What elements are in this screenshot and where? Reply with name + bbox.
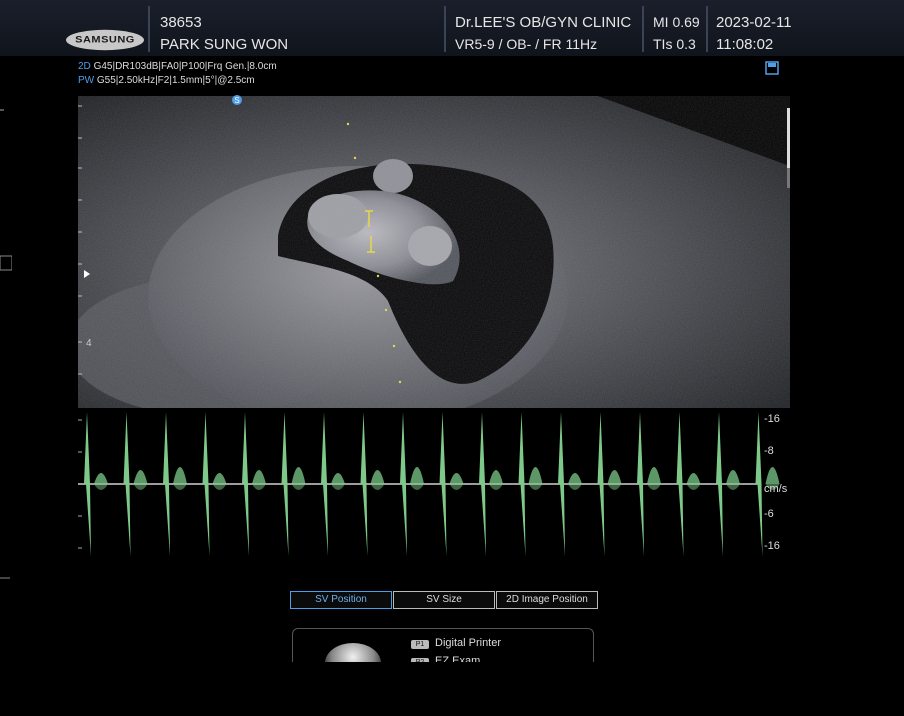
menu-item-printer[interactable]: P1 Digital Printer — [411, 637, 501, 649]
doppler-spike — [360, 412, 368, 556]
doppler-envelope-lower — [212, 484, 227, 490]
doppler-spike — [716, 412, 723, 556]
doppler-envelope — [291, 467, 306, 484]
doppler-envelope — [252, 470, 266, 484]
doppler-envelope-lower — [94, 484, 108, 490]
exam-time: 11:08:02 — [716, 36, 774, 53]
sv-position-button[interactable]: SV Position — [290, 591, 392, 609]
doppler-envelope-lower — [133, 484, 148, 490]
doppler-envelope — [410, 467, 424, 484]
doppler-envelope-lower — [370, 484, 385, 490]
exam-date: 2023-02-11 — [716, 14, 792, 31]
scale-top-label: -16 — [764, 413, 780, 425]
doppler-envelope — [765, 467, 780, 484]
doppler-envelope — [686, 473, 701, 484]
scale-lower-label: -6 — [764, 508, 774, 520]
doppler-envelope — [726, 470, 740, 484]
mechanical-index: MI 0.69 — [653, 14, 700, 30]
ultrasound-2d-image[interactable] — [78, 96, 790, 408]
patient-name: PARK SUNG WON — [160, 36, 289, 53]
doppler-spike — [321, 412, 328, 556]
mode-2d-label: 2D — [78, 61, 91, 72]
clinic-name: Dr.LEE'S OB/GYN CLINIC — [455, 14, 632, 31]
scale-unit-label: cm/s — [764, 483, 788, 495]
depth-label: 4 — [86, 338, 92, 349]
doppler-spike — [518, 412, 526, 556]
param-line-pw: PW G55|2.50kHz|F2|1.5mm|5°|@2.5cm — [78, 75, 255, 86]
brand-logo: SAMSUNG — [66, 29, 144, 51]
doppler-spike — [400, 412, 407, 556]
doppler-spike — [755, 412, 763, 556]
doppler-spike — [123, 412, 131, 556]
doppler-spike — [163, 412, 170, 556]
doppler-envelope-lower — [489, 484, 503, 490]
doppler-envelope-lower — [291, 484, 306, 490]
mode-pw-label: PW — [78, 75, 95, 86]
doppler-spike — [242, 412, 249, 556]
param-line-2d: 2D G45|DR103dB|FA0|P100|Frq Gen.|8.0cm — [78, 61, 277, 72]
thermal-index: TIs 0.3 — [653, 36, 696, 52]
left-edge-marks — [0, 109, 12, 579]
doppler-envelope-lower — [331, 484, 345, 490]
doppler-envelope — [528, 467, 543, 484]
doppler-envelope-lower — [686, 484, 701, 490]
doppler-spike — [281, 412, 289, 556]
doppler-envelope — [568, 473, 582, 484]
doppler-envelope-lower — [647, 484, 661, 490]
doppler-spike — [676, 412, 684, 556]
doppler-spike — [202, 412, 210, 556]
doppler-envelope — [647, 467, 661, 484]
scale-bottom-label: -16 — [764, 540, 780, 552]
doppler-envelope-lower — [173, 484, 187, 490]
doppler-spike — [597, 412, 605, 556]
sv-size-button[interactable]: SV Size — [393, 591, 495, 609]
doppler-envelope — [489, 470, 503, 484]
bottom-mask — [0, 662, 904, 716]
cursor-marker-icon: S — [232, 95, 242, 105]
doppler-envelope — [331, 473, 345, 484]
doppler-envelope-lower — [449, 484, 464, 490]
doppler-envelope — [133, 470, 148, 484]
doppler-spike — [479, 412, 486, 556]
doppler-envelope-lower — [410, 484, 424, 490]
logo-cell: SAMSUNG — [0, 6, 150, 52]
doppler-spike — [637, 412, 644, 556]
doppler-spike — [84, 412, 91, 556]
doppler-envelope — [173, 467, 187, 484]
doppler-envelope-lower — [726, 484, 740, 490]
doppler-envelope — [607, 470, 622, 484]
param-2d-values: G45|DR103dB|FA0|P100|Frq Gen.|8.0cm — [93, 61, 277, 72]
header-bar: SAMSUNG 38653 PARK SUNG WON Dr.LEE'S OB/… — [0, 0, 904, 56]
scale-upper-label: -8 — [764, 445, 774, 457]
image-position-button[interactable]: 2D Image Position — [496, 591, 598, 609]
doppler-envelope — [449, 473, 464, 484]
doppler-spike — [558, 412, 565, 556]
doppler-envelope-lower — [252, 484, 266, 490]
doppler-spectrum[interactable] — [78, 410, 790, 558]
p1-tag: P1 — [411, 640, 429, 649]
doppler-envelope — [212, 473, 227, 484]
param-pw-values: G55|2.50kHz|F2|1.5mm|5°|@2.5cm — [96, 75, 255, 86]
svg-text:S: S — [234, 96, 239, 105]
doppler-envelope — [370, 470, 385, 484]
printer-label: Digital Printer — [435, 637, 502, 649]
doppler-envelope-lower — [528, 484, 543, 490]
patient-id: 38653 — [160, 14, 202, 31]
save-icon[interactable] — [765, 61, 779, 75]
doppler-spike — [439, 412, 447, 556]
doppler-envelope — [94, 473, 108, 484]
doppler-envelope-lower — [568, 484, 582, 490]
preset-info: VR5-9 / OB- / FR 11Hz — [455, 36, 598, 52]
doppler-envelope-lower — [607, 484, 622, 490]
